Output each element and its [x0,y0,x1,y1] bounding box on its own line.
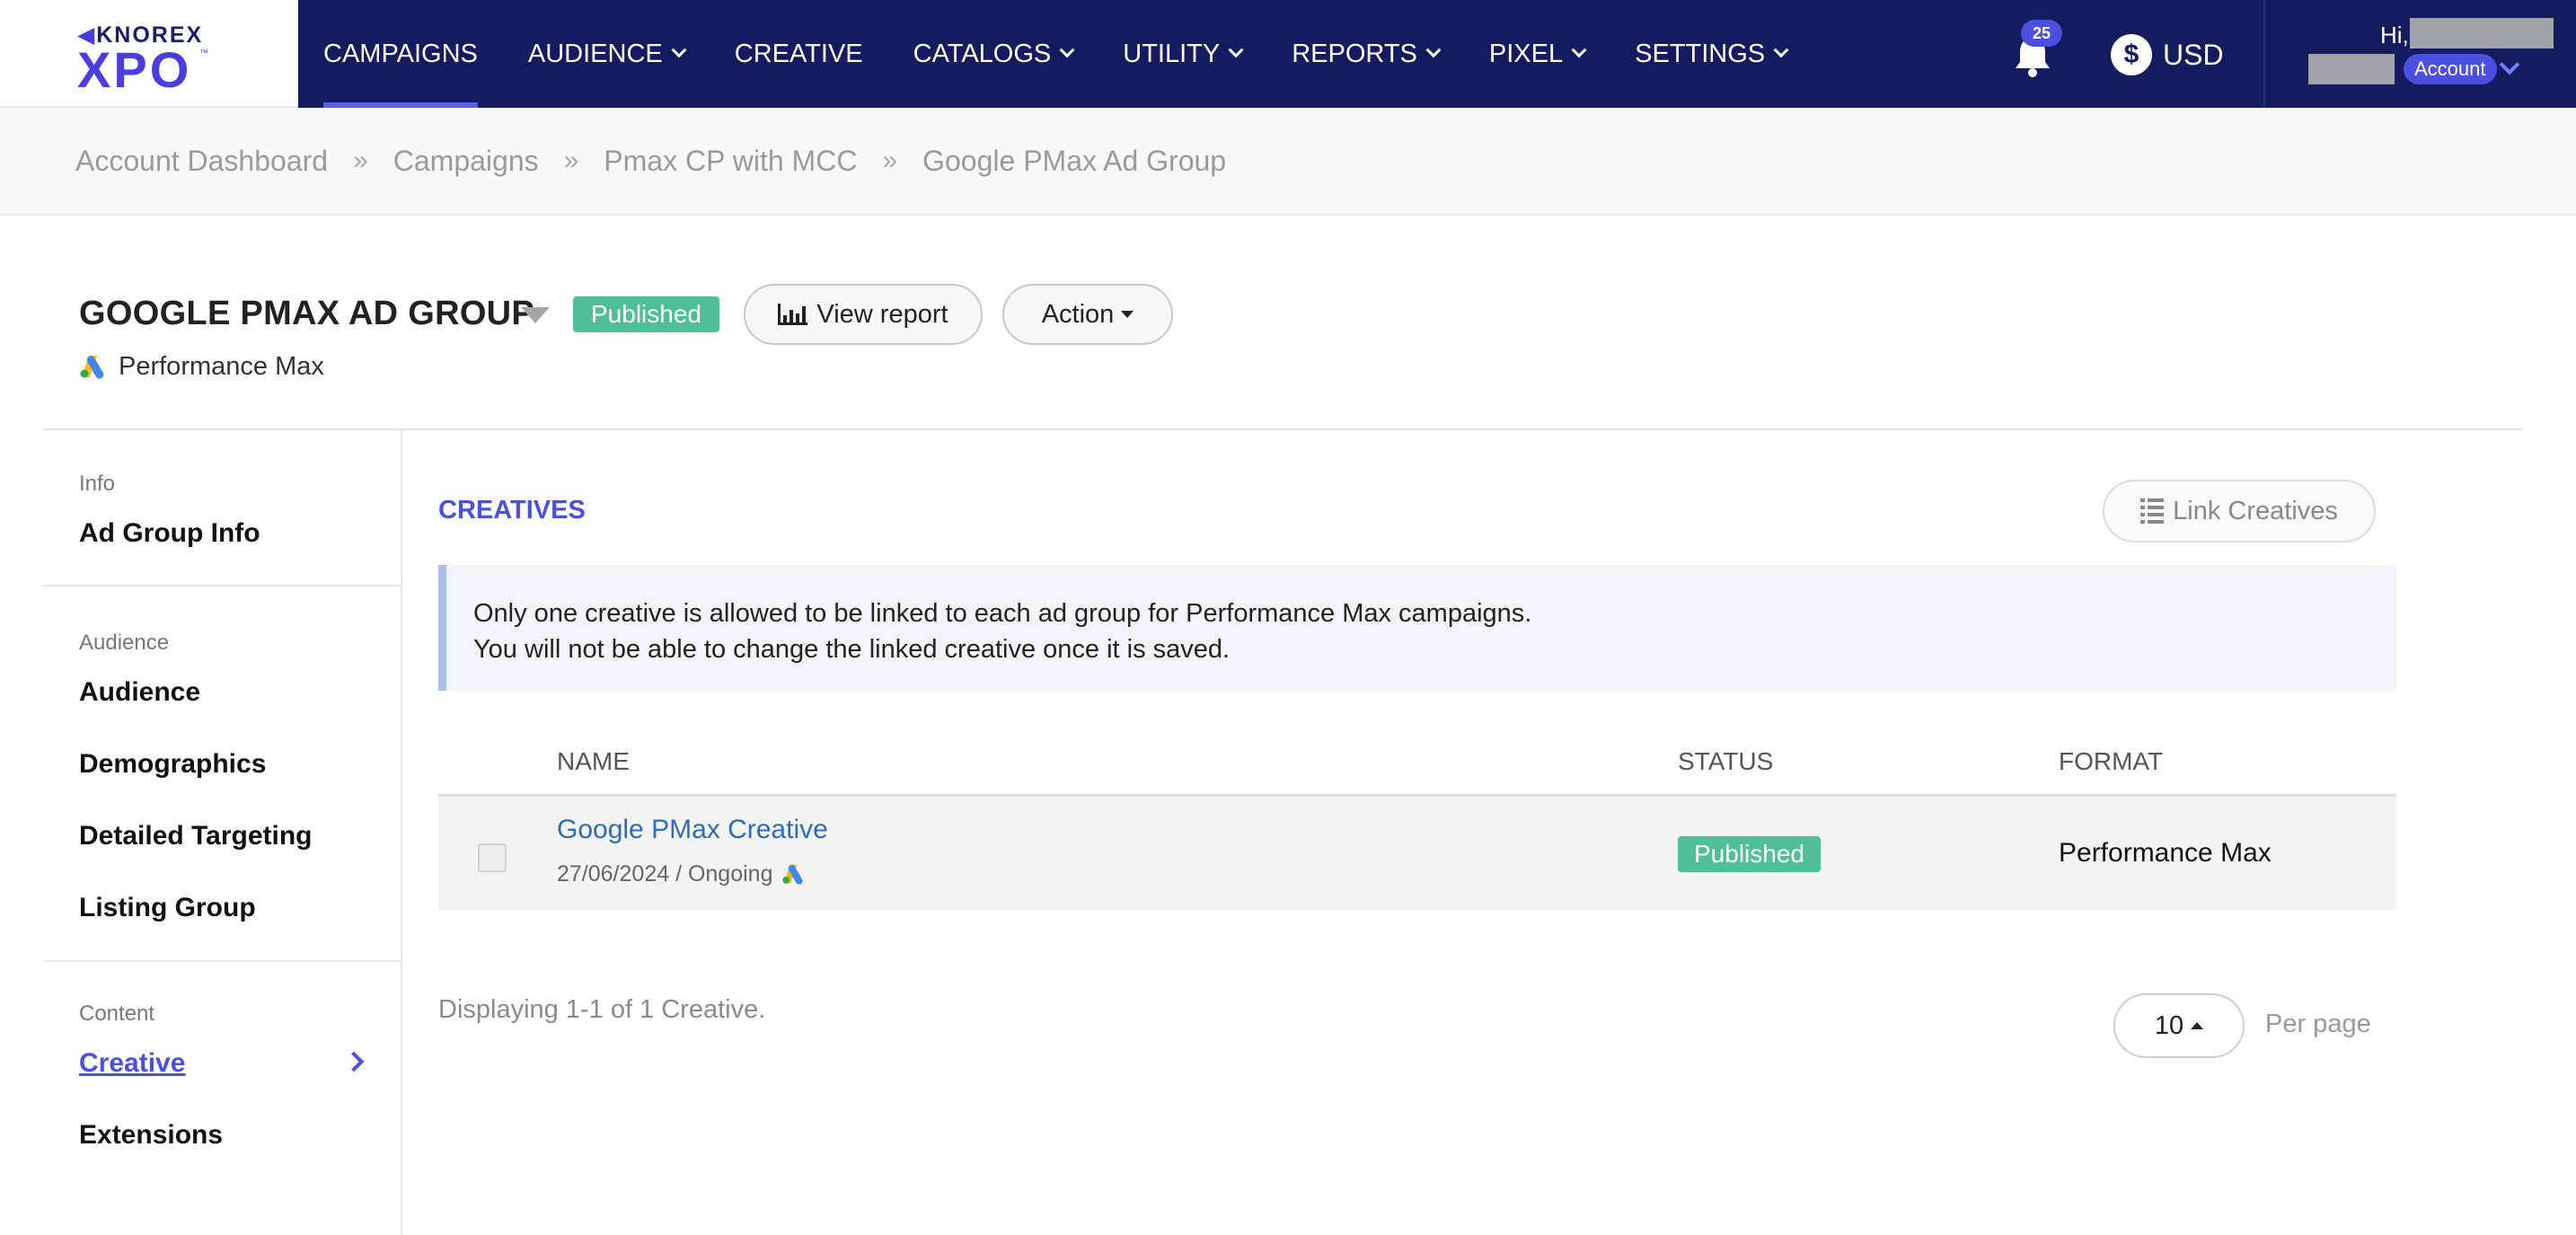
notice-line-1: Only one creative is allowed to be linke… [473,599,1532,628]
section-title: CREATIVES [438,496,586,525]
bar-chart-icon [778,304,808,325]
sidebar: Info Ad Group Info Audience Audience Dem… [43,430,402,1235]
chevron-right-icon [343,1051,365,1072]
breadcrumb-campaigns[interactable]: Campaigns [393,145,539,178]
sidebar-item-creative[interactable]: Creative [79,1048,185,1079]
redacted-username [2410,18,2554,49]
logo[interactable]: ◀KNOREX XPO ™ [0,0,298,108]
sidebar-item-extensions[interactable]: Extensions [79,1120,223,1151]
column-header-status[interactable]: STATUS [1678,747,1773,776]
list-icon [2140,498,2165,524]
chevron-down-icon [1228,42,1244,58]
info-notice: Only one creative is allowed to be linke… [438,565,2396,691]
account-badge[interactable]: Account [2404,54,2497,84]
page-title: GOOGLE PMAX AD GROUP [79,295,535,332]
nav-audience[interactable]: AUDIENCE [503,0,710,108]
view-report-button[interactable]: View report [744,284,983,345]
sidebar-item-listing-group[interactable]: Listing Group [79,893,256,923]
creative-format: Performance Max [2059,838,2272,868]
currency-selector[interactable]: $ USD [2111,32,2224,77]
nav-utility[interactable]: UTILITY [1098,0,1266,108]
chevron-down-icon[interactable] [2499,54,2520,75]
redacted-account-name [2308,54,2395,84]
nav-label: UTILITY [1123,39,1221,68]
nav-label: CATALOGS [913,39,1052,68]
top-navbar: ◀KNOREX XPO ™ CAMPAIGNS AUDIENCE CREATIV… [0,0,2576,108]
nav-pixel[interactable]: PIXEL [1464,0,1610,108]
breadcrumb-separator-icon: » [353,146,368,175]
nav-label: AUDIENCE [527,39,663,68]
caret-up-icon [2191,1022,2204,1029]
view-report-label: View report [816,299,948,329]
google-ads-icon [80,356,104,379]
breadcrumb-bar: Account Dashboard » Campaigns » Pmax CP … [0,108,2576,216]
nav-catalogs[interactable]: CATALOGS [888,0,1098,108]
user-greeting: Hi, [2380,22,2409,49]
google-ads-icon [782,864,803,885]
chevron-down-icon [1773,42,1789,58]
logo-wordmark-main: XPO [77,41,192,98]
caret-down-icon [1121,311,1134,318]
nav-label: CREATIVE [734,39,863,68]
currency-label: USD [2163,38,2224,71]
creative-meta-text: 27/06/2024 / Ongoing [557,860,773,887]
chevron-down-icon [1059,42,1075,58]
breadcrumb-separator-icon: » [563,146,579,175]
chevron-down-icon [1425,42,1442,58]
pagination-summary: Displaying 1-1 of 1 Creative. [438,995,766,1024]
notice-line-2: You will not be able to change the linke… [473,635,1231,664]
link-creatives-button[interactable]: Link Creatives [2103,480,2376,543]
nav-settings[interactable]: SETTINGS [1610,0,1812,108]
sidebar-divider [43,960,401,962]
chevron-down-icon [671,42,687,58]
row-checkbox[interactable] [478,843,507,872]
sidebar-item-detailed-targeting[interactable]: Detailed Targeting [79,821,312,851]
column-header-format[interactable]: FORMAT [2059,747,2163,776]
sidebar-item-audience[interactable]: Audience [79,677,200,708]
breadcrumb-campaign[interactable]: Pmax CP with MCC [604,145,857,178]
nav-reports[interactable]: REPORTS [1266,0,1464,108]
sidebar-section-audience: Audience [79,631,170,655]
status-badge: Published [1678,836,1821,872]
campaign-type-label: Performance Max [119,351,324,381]
breadcrumb-separator-icon: » [882,146,898,175]
per-page-value: 10 [2154,1010,2184,1040]
action-dropdown-button[interactable]: Action [1002,284,1173,345]
creative-meta: 27/06/2024 / Ongoing [557,860,805,888]
link-creatives-label: Link Creatives [2173,496,2338,525]
sidebar-item-ad-group-info[interactable]: Ad Group Info [79,518,260,549]
nav-label: PIXEL [1488,39,1564,68]
sidebar-divider [43,585,401,587]
table-row: Google PMax Creative 27/06/2024 / Ongoin… [438,797,2396,910]
action-label: Action [1041,299,1115,329]
nav-label: REPORTS [1292,39,1417,68]
sidebar-section-info: Info [79,472,116,496]
nav-campaigns[interactable]: CAMPAIGNS [298,0,503,108]
nav-label: SETTINGS [1635,39,1766,68]
campaign-type: Performance Max [79,350,324,383]
nav-creative[interactable]: CREATIVE [710,0,888,108]
column-header-name[interactable]: NAME [557,747,630,776]
per-page-select[interactable]: 10 [2113,993,2245,1058]
creative-name-link[interactable]: Google PMax Creative [557,815,828,845]
status-badge: Published [573,296,719,332]
breadcrumb-current: Google PMax Ad Group [922,144,1227,177]
nav-label: CAMPAIGNS [323,39,478,68]
chevron-down-icon [1571,42,1587,58]
header-divider [43,428,2522,430]
logo-tm: ™ [199,49,208,58]
breadcrumb: Account Dashboard » Campaigns » Pmax CP … [75,108,1226,214]
breadcrumb-account-dashboard[interactable]: Account Dashboard [75,145,328,178]
sidebar-section-content: Content [79,1001,155,1026]
dollar-icon: $ [2111,34,2152,75]
user-divider [2263,0,2265,108]
notification-count-badge: 25 [2021,20,2062,47]
sidebar-item-demographics[interactable]: Demographics [79,749,266,780]
per-page-label: Per page [2265,1010,2371,1038]
title-dropdown-caret-icon[interactable] [521,307,550,323]
main-nav: CAMPAIGNS AUDIENCE CREATIVE CATALOGS UTI… [298,0,1812,108]
